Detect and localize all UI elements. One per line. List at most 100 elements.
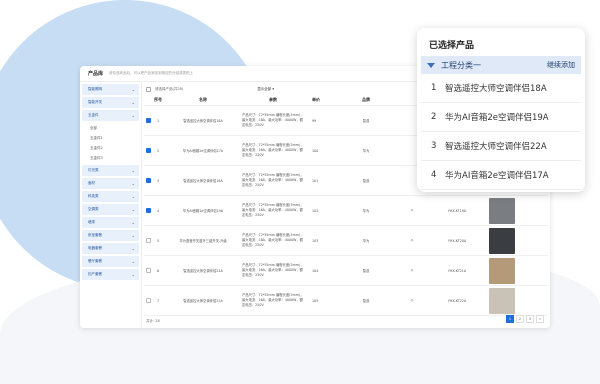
- sidebar-item-label: 科技类: [88, 194, 99, 198]
- sidebar-item-label: 妇产套餐: [88, 272, 102, 276]
- product-params: 产品尺寸：72*55mm 编程长度(5mm)，最大电流：16A，最大功率：400…: [242, 293, 304, 307]
- row-checkbox[interactable]: [145, 238, 151, 243]
- selected-item-name: 华为AI音箱2e空调伴侣19A: [445, 113, 549, 123]
- product-image[interactable]: [489, 287, 515, 314]
- product-image[interactable]: [489, 257, 515, 284]
- product-image-cell: [482, 257, 522, 284]
- table-row: 4 华为AI音箱2e空调伴侣19A 产品尺寸：72*55mm 编程长度(5mm)，最…: [144, 196, 548, 226]
- chevron-down-icon: ⌄: [131, 272, 135, 277]
- row-checkbox[interactable]: [145, 178, 151, 183]
- page-button[interactable]: 3: [526, 315, 534, 323]
- chevron-down-icon: ⌄: [131, 168, 135, 173]
- product-brand: 智选: [362, 299, 370, 303]
- selected-item[interactable]: 1 智选遥控大师空调伴侣18A: [421, 74, 581, 103]
- sidebar-subitem[interactable]: 五金件2: [80, 143, 141, 153]
- page-button[interactable]: 2: [516, 315, 524, 323]
- category-name: 工程分类一: [441, 60, 481, 70]
- row-checkbox[interactable]: [145, 148, 151, 153]
- sidebar-item[interactable]: 智能照明 ⌄: [82, 84, 139, 95]
- selected-item[interactable]: 4 华为AI音箱2e空调伴侣17A: [421, 161, 581, 190]
- row-number: 4: [156, 208, 160, 213]
- continue-add-button[interactable]: 继续添加: [547, 60, 575, 70]
- sidebar-item[interactable]: 灯光类 ⌄: [82, 165, 139, 176]
- selected-item-number: 3: [431, 141, 437, 151]
- page-button[interactable]: »: [536, 315, 544, 323]
- table-toolbar: 请选择产品(共28) 显示全部 ▾: [146, 84, 274, 94]
- col-header-price: 单价: [312, 96, 320, 102]
- row-checkbox-cell: [144, 118, 152, 123]
- select-all-label: 请选择产品(共28): [155, 86, 184, 91]
- selected-list: 1 智选遥控大师空调伴侣18A 2 华为AI音箱2e空调伴侣19A 3 智选遥控大师空调伴…: [421, 74, 581, 190]
- sidebar-item[interactable]: 面材 ⌄: [82, 178, 139, 189]
- selected-item[interactable]: 3 智选遥控大师空调伴侣22A: [421, 132, 581, 161]
- page-button[interactable]: 1: [506, 315, 514, 323]
- product-image-cell: [482, 197, 522, 224]
- row-checkbox[interactable]: [145, 268, 151, 273]
- product-brand: 华为: [362, 209, 370, 213]
- row-checkbox[interactable]: [145, 208, 151, 213]
- product-params: 产品尺寸：72*55mm 编程长度(5mm)，最大电流：16A，最大功率：400…: [242, 263, 304, 277]
- product-brand: 智选: [362, 179, 370, 183]
- product-unit: 个: [410, 269, 414, 273]
- row-number: 2: [156, 148, 160, 153]
- row-number: 1: [156, 118, 160, 123]
- filter-dropdown[interactable]: 显示全部 ▾: [257, 87, 274, 92]
- col-header-params: 参数: [269, 97, 277, 102]
- sidebar-item[interactable]: 五金件 ⌄: [82, 110, 139, 121]
- product-price: 104: [312, 268, 319, 273]
- product-params: 产品尺寸：72*55mm 编程长度(5mm)，最大电流：16A，最大功率：400…: [242, 203, 304, 217]
- product-price: 99: [312, 118, 317, 123]
- panel-title: 已选择产品: [429, 41, 475, 51]
- sidebar-item[interactable]: 科技类 ⌄: [82, 191, 139, 202]
- chevron-down-icon: ⌄: [131, 100, 135, 105]
- sidebar-item[interactable]: 卧室套餐 ⌄: [82, 230, 139, 241]
- category-group-header[interactable]: 工程分类一 继续添加: [421, 56, 581, 74]
- product-image[interactable]: [489, 197, 515, 224]
- table-footer: 共计: 28: [146, 316, 546, 326]
- sidebar-item-label: 餐厅套餐: [88, 259, 102, 263]
- product-unit: 个: [410, 209, 414, 213]
- row-checkbox[interactable]: [145, 118, 151, 123]
- table-row: 5 华为语音开关蓝牙三键开关-升级 产品尺寸：72*55mm 编程长度(5mm)，最…: [144, 226, 548, 256]
- row-checkbox-cell: [144, 298, 152, 303]
- select-all-checkbox[interactable]: [146, 86, 151, 92]
- sidebar-item-label: 空调类: [88, 207, 99, 211]
- caret-down-icon: [427, 62, 435, 68]
- sidebar-item[interactable]: 电器套餐 ⌄: [82, 243, 139, 254]
- product-name: 智选遥控大师空调伴侣22A: [183, 299, 223, 303]
- chevron-down-icon: ⌄: [131, 259, 135, 264]
- chevron-down-icon: ⌄: [131, 181, 135, 186]
- total-count: 共计: 28: [146, 318, 160, 323]
- table-row: 7 智选遥控大师空调伴侣22A 产品尺寸：72*55mm 编程长度(5mm)，最大电…: [144, 286, 548, 316]
- col-header-no: 序号: [154, 96, 162, 102]
- product-name: 智选遥控大师空调伴侣21A: [183, 269, 223, 273]
- sidebar-item-label: 卧室套餐: [88, 233, 102, 237]
- product-name: 华为AI音箱2e空调伴侣17A: [182, 149, 224, 153]
- sidebar-subitem[interactable]: 五金件1: [80, 133, 141, 143]
- sidebar-item[interactable]: 空调类 ⌄: [82, 204, 139, 215]
- product-brand: 华为: [362, 239, 370, 243]
- chevron-down-icon: ⌄: [131, 246, 135, 251]
- row-number: 7: [156, 298, 160, 303]
- product-unit: 个: [410, 239, 414, 243]
- col-header-name: 名称: [199, 96, 207, 102]
- selected-item[interactable]: 2 华为AI音箱2e空调伴侣19A: [421, 103, 581, 132]
- col-header-brand: 品牌: [362, 96, 370, 102]
- product-model: YHX-KT21A: [447, 268, 467, 273]
- row-checkbox-cell: [144, 148, 152, 153]
- category-sidebar: 智能照明 ⌄ 智能开关 ⌄ 五金件 ⌄ 全部 五金件1 五金件2 五金件3 灯光类 ⌄ 面材 ⌄ 科技类 ⌄ 空…: [80, 82, 142, 328]
- sidebar-item[interactable]: 妇产套餐 ⌄: [82, 269, 139, 280]
- sidebar-item[interactable]: 餐厅套餐 ⌄: [82, 256, 139, 267]
- sidebar-item[interactable]: 墙漆 ⌄: [82, 217, 139, 228]
- row-number: 3: [156, 178, 160, 183]
- sidebar-item[interactable]: 智能开关 ⌄: [82, 97, 139, 108]
- row-checkbox[interactable]: [145, 298, 151, 303]
- sidebar-subitem[interactable]: 全部: [80, 123, 141, 133]
- product-name: 智选遥控大师空调伴侣18A: [183, 179, 223, 183]
- product-params: 产品尺寸：72*55mm 编程长度(5mm)，最大电流：16A，最大功率：400…: [242, 113, 304, 127]
- product-image-cell: [482, 227, 522, 254]
- product-image[interactable]: [489, 227, 515, 254]
- sidebar-subitem[interactable]: 五金件3: [80, 153, 141, 163]
- selected-products-panel: 已选择产品 工程分类一 继续添加 1 智选遥控大师空调伴侣18A 2 华为AI音箱2e…: [417, 28, 585, 192]
- sidebar-item-label: 智能开关: [88, 100, 102, 104]
